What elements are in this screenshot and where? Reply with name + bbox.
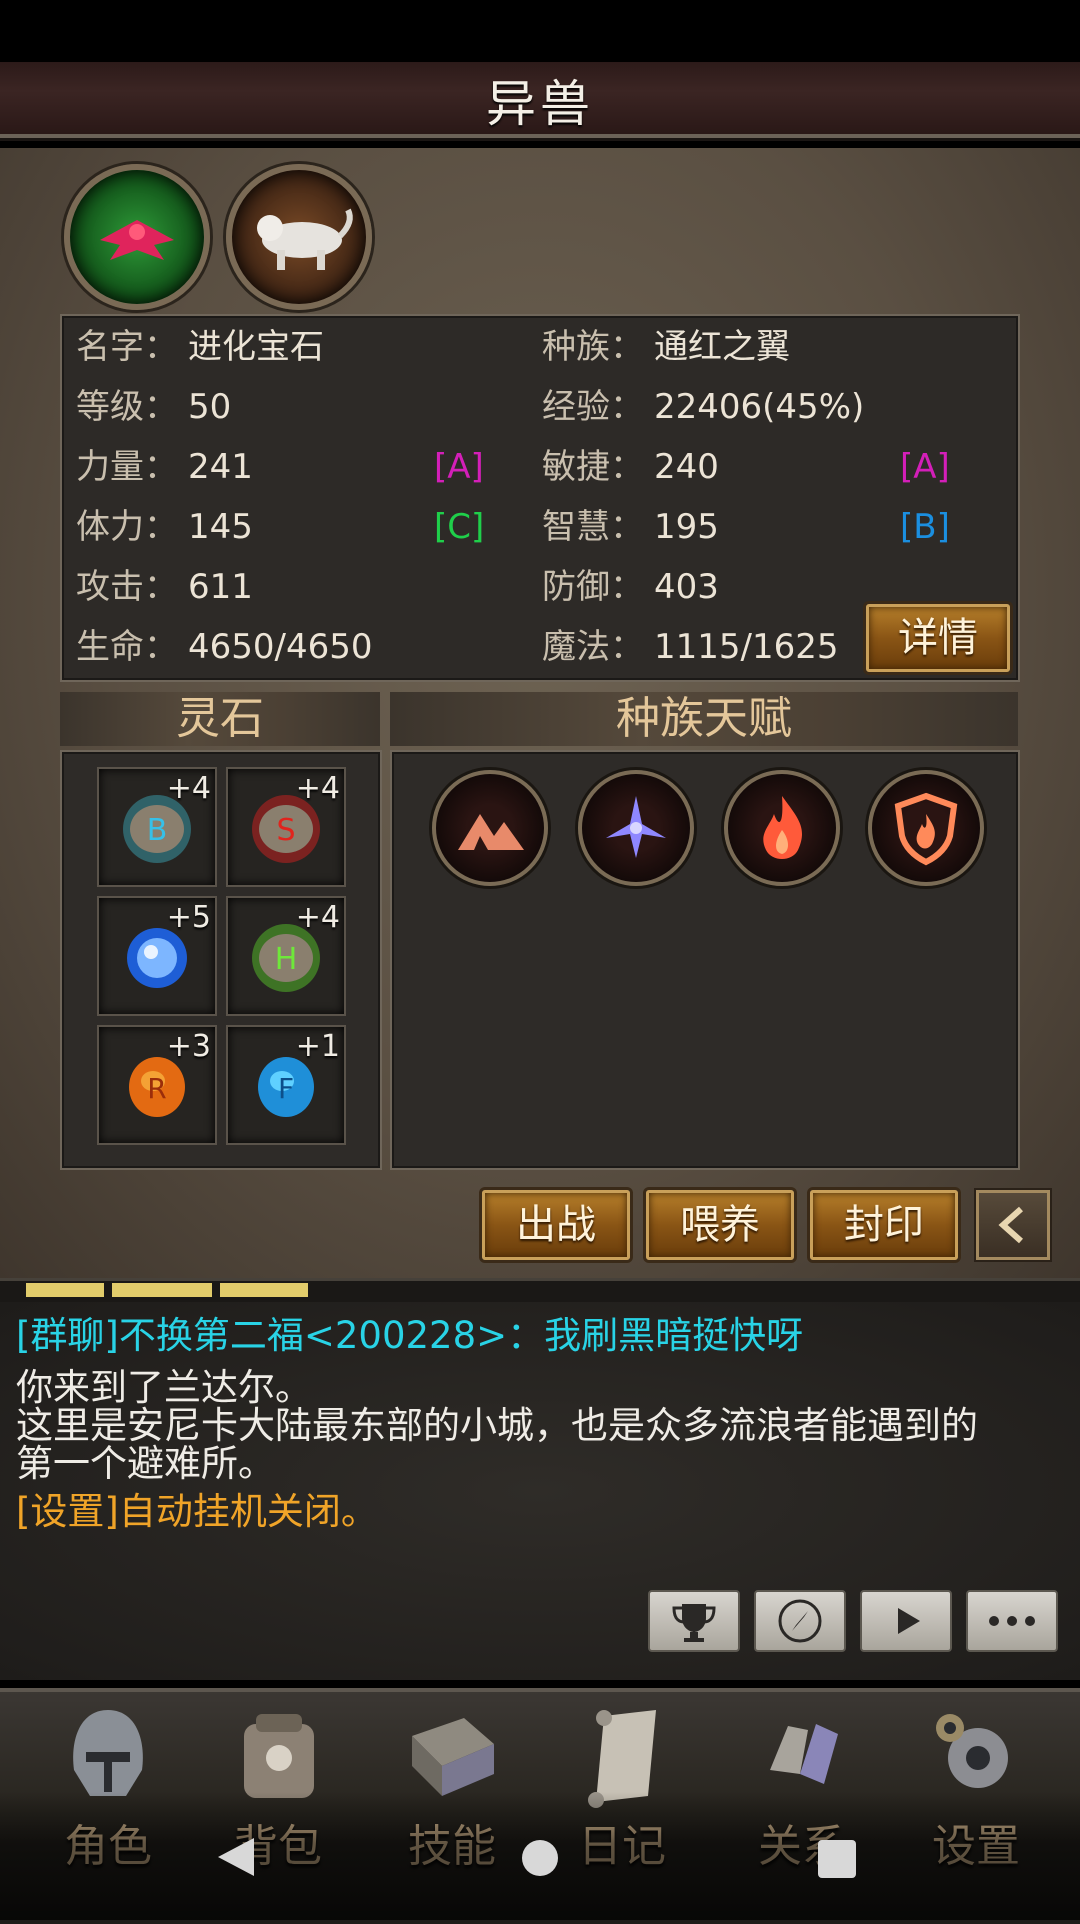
defense-label: 防御：: [542, 567, 644, 607]
trophy-icon: [672, 1604, 716, 1642]
hp-value: 4650/4650: [188, 627, 373, 667]
progress-segment: [112, 1283, 212, 1297]
back-icon[interactable]: [210, 1832, 260, 1882]
mountain-icon: [458, 814, 524, 850]
stone-slot-6[interactable]: F +1: [226, 1025, 346, 1145]
defense-value: 403: [654, 567, 719, 607]
compass-icon: [778, 1599, 822, 1643]
vitality-value: 145: [188, 507, 253, 547]
stone-level: +3: [166, 1029, 211, 1064]
red-winged-beast-icon: [100, 220, 174, 260]
strength-label: 力量：: [76, 447, 178, 487]
exp-label: 经验：: [542, 387, 644, 427]
svg-text:F: F: [278, 1072, 294, 1105]
stone-slot-4[interactable]: H +4: [226, 896, 346, 1016]
chat-bubble-icon: [989, 1616, 1035, 1626]
battle-button[interactable]: 出战: [482, 1190, 630, 1260]
wisdom-value: 195: [654, 507, 719, 547]
level-label: 等级：: [76, 387, 178, 427]
hp-label: 生命：: [76, 627, 178, 667]
svg-text:S: S: [276, 813, 295, 848]
stones-title: 灵石: [60, 692, 380, 746]
chat-line: [群聊]不换第二福<200228>：我刷黑暗挺快呀: [16, 1314, 804, 1357]
stone-level: +1: [295, 1029, 340, 1064]
play-button[interactable]: [860, 1590, 952, 1652]
agility-label: 敏捷：: [542, 447, 644, 487]
talent-3[interactable]: [724, 770, 840, 886]
svg-text:H: H: [275, 942, 298, 977]
stone-level: +4: [295, 771, 340, 806]
collapse-button[interactable]: [976, 1190, 1050, 1260]
chat-line: 你来到了兰达尔。: [16, 1366, 312, 1409]
beast-avatar-1[interactable]: [64, 164, 210, 310]
level-value: 50: [188, 387, 232, 427]
white-tiger-icon: [257, 208, 353, 270]
stone-level: +4: [166, 771, 211, 806]
agility-value: 240: [654, 447, 719, 487]
talent-1[interactable]: [432, 770, 548, 886]
attack-label: 攻击：: [76, 567, 178, 607]
agility-grade: [A]: [900, 447, 950, 487]
chat-input-button[interactable]: [966, 1590, 1058, 1652]
page-title: 异兽: [486, 75, 594, 133]
chat-line: 这里是安尼卡大陆最东部的小城，也是众多流浪者能遇到的: [16, 1404, 978, 1447]
detail-button[interactable]: 详情: [866, 604, 1010, 672]
stone-level: +5: [166, 900, 211, 935]
stone-slot-1[interactable]: B +4: [97, 767, 217, 887]
home-icon[interactable]: [522, 1840, 558, 1876]
svg-text:B: B: [147, 813, 168, 848]
chat-line: 第一个避难所。: [16, 1442, 275, 1485]
stone-slot-2[interactable]: S +4: [226, 767, 346, 887]
trophy-button[interactable]: [648, 1590, 740, 1652]
mp-value: 1115/1625: [654, 627, 839, 667]
fire-shield-icon: [894, 792, 958, 866]
stone-level: +4: [295, 900, 340, 935]
recents-icon[interactable]: [818, 1840, 856, 1878]
compass-button[interactable]: [754, 1590, 846, 1652]
progress-segment: [220, 1283, 308, 1297]
name-value: 进化宝石: [188, 327, 324, 367]
strength-value: 241: [188, 447, 253, 487]
exp-value: 22406(45%): [654, 387, 865, 427]
progress-segment: [26, 1283, 104, 1297]
play-icon: [898, 1608, 920, 1634]
mp-label: 魔法：: [542, 627, 644, 667]
talents-title: 种族天赋: [390, 692, 1018, 746]
name-label: 名字：: [76, 327, 178, 367]
vitality-grade: [C]: [434, 507, 485, 547]
attack-value: 611: [188, 567, 253, 607]
flame-icon: [763, 796, 803, 859]
race-label: 种族：: [542, 327, 644, 367]
seal-button[interactable]: 封印: [810, 1190, 958, 1260]
svg-text:R: R: [147, 1072, 166, 1105]
feed-button[interactable]: 喂养: [646, 1190, 794, 1260]
talent-4[interactable]: [868, 770, 984, 886]
stone-slot-3[interactable]: +5: [97, 896, 217, 1016]
wisdom-grade: [B]: [900, 507, 950, 547]
strength-grade: [A]: [434, 447, 484, 487]
chevron-left-icon: [998, 1206, 1023, 1244]
talent-2[interactable]: [578, 770, 694, 886]
wing-emblem-icon: [606, 796, 666, 858]
wisdom-label: 智慧：: [542, 507, 644, 547]
race-value: 通红之翼: [654, 327, 790, 367]
vitality-label: 体力：: [76, 507, 178, 547]
stone-slot-5[interactable]: R +3: [97, 1025, 217, 1145]
beast-avatar-2[interactable]: [226, 164, 372, 310]
chat-line: [设置]自动挂机关闭。: [16, 1490, 378, 1533]
